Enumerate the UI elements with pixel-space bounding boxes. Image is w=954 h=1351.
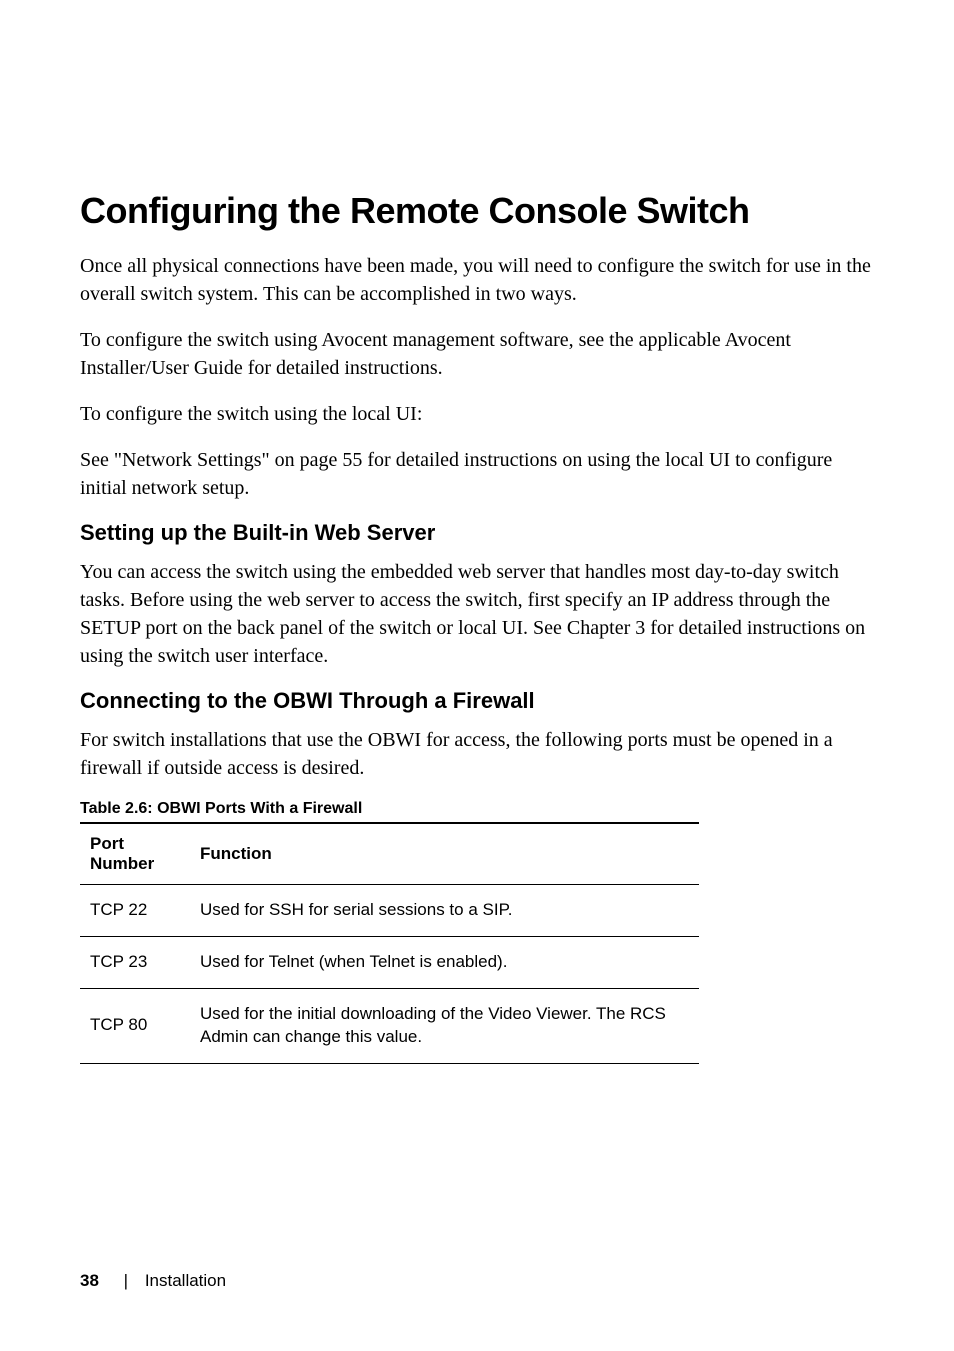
table-cell-port: TCP 22 (80, 885, 190, 937)
section1-paragraph: You can access the switch using the embe… (80, 558, 874, 670)
table-cell-function: Used for the initial downloading of the … (190, 988, 699, 1063)
table-row: TCP 22 Used for SSH for serial sessions … (80, 885, 699, 937)
section2-paragraph: For switch installations that use the OB… (80, 726, 874, 782)
table-header-row: Port Number Function (80, 823, 699, 885)
paragraph-4: See "Network Settings" on page 55 for de… (80, 446, 874, 502)
paragraph-1: Once all physical connections have been … (80, 252, 874, 308)
section-heading-firewall: Connecting to the OBWI Through a Firewal… (80, 688, 874, 714)
page-footer: 38 | Installation (80, 1271, 226, 1291)
table-row: TCP 23 Used for Telnet (when Telnet is e… (80, 936, 699, 988)
table-header-function: Function (190, 823, 699, 885)
table-row: TCP 80 Used for the initial downloading … (80, 988, 699, 1063)
section-heading-web-server: Setting up the Built-in Web Server (80, 520, 874, 546)
table-cell-port: TCP 23 (80, 936, 190, 988)
table-header-port: Port Number (80, 823, 190, 885)
table-cell-function: Used for Telnet (when Telnet is enabled)… (190, 936, 699, 988)
table-cell-port: TCP 80 (80, 988, 190, 1063)
footer-section: Installation (145, 1271, 226, 1290)
ports-table: Port Number Function TCP 22 Used for SSH… (80, 822, 699, 1064)
page-number: 38 (80, 1271, 99, 1290)
page-heading: Configuring the Remote Console Switch (80, 190, 874, 232)
paragraph-3: To configure the switch using the local … (80, 400, 874, 428)
table-cell-function: Used for SSH for serial sessions to a SI… (190, 885, 699, 937)
table-caption: Table 2.6: OBWI Ports With a Firewall (80, 800, 874, 818)
footer-divider: | (124, 1271, 128, 1290)
paragraph-2: To configure the switch using Avocent ma… (80, 326, 874, 382)
